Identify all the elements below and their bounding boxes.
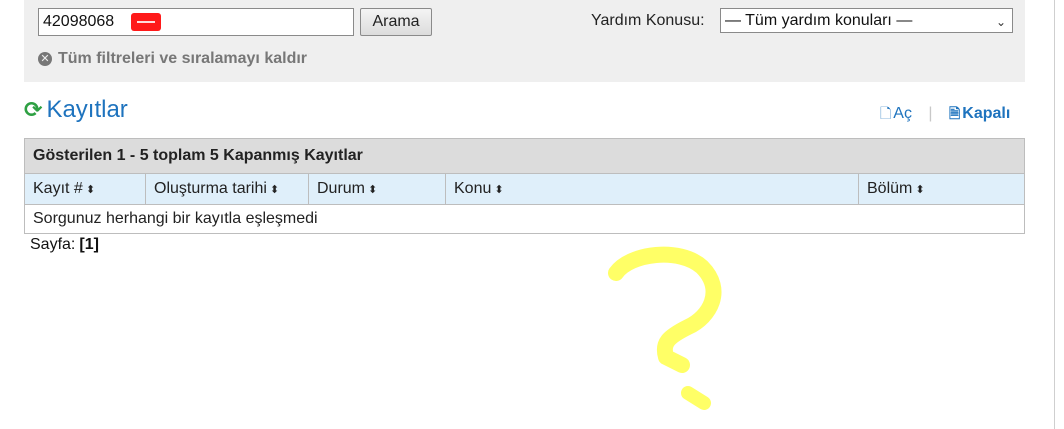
chevron-down-icon: ⌄ [995, 15, 1006, 29]
table-row: Sorgunuz herhangi bir kayıtla eşleşmedi [24, 204, 1025, 234]
search-panel: 42098068 Arama Yardım Konusu: — Tüm yard… [24, 0, 1025, 82]
topic-selected-value: — Tüm yardım konuları — [725, 12, 913, 29]
tickets-heading: ⟳ Kayıtlar [24, 96, 128, 124]
topic-select[interactable]: — Tüm yardım konuları — ⌄ [720, 8, 1013, 33]
search-input-value: 42098068 [43, 13, 115, 30]
document-icon: 🗋 [880, 105, 892, 121]
clear-filters-link[interactable]: ✕ Tüm filtreleri ve sıralamayı kaldır [38, 50, 307, 68]
empty-message: Sorgunuz herhangi bir kayıtla eşleşmedi [24, 204, 1025, 234]
column-ticket-number[interactable]: Kayıt # ⬍ [24, 173, 146, 205]
column-status[interactable]: Durum ⬍ [308, 173, 446, 205]
status-open-label: Aç [893, 105, 912, 122]
pagination-current-page[interactable]: [1] [79, 236, 99, 253]
redaction-mark [131, 13, 161, 31]
column-department[interactable]: Bölüm ⬍ [858, 173, 1025, 205]
tickets-table: Gösterilen 1 - 5 toplam 5 Kapanmış Kayıt… [24, 138, 1025, 234]
sort-icon: ⬍ [494, 184, 504, 196]
search-button[interactable]: Arama [360, 8, 432, 36]
sort-icon: ⬍ [85, 184, 96, 196]
refresh-icon[interactable]: ⟳ [24, 97, 42, 123]
pagination: Sayfa: [1] [30, 236, 99, 254]
status-separator: | [928, 105, 933, 122]
sort-icon: ⬍ [915, 184, 925, 196]
status-closed-link[interactable]: 🗎 Kapalı [949, 105, 1010, 122]
search-input[interactable]: 42098068 [38, 8, 354, 36]
status-closed-label: Kapalı [962, 105, 1011, 122]
column-subject[interactable]: Konu ⬍ [445, 173, 859, 205]
scrollbar-edge [1054, 0, 1055, 429]
question-mark-annotation [608, 246, 722, 410]
status-open-link[interactable]: 🗋 Aç [880, 105, 912, 122]
circle-x-icon: ✕ [38, 52, 52, 66]
sort-icon: ⬍ [368, 184, 378, 196]
pagination-label: Sayfa: [30, 236, 76, 253]
document-icon: 🗎 [949, 105, 961, 121]
table-caption: Gösterilen 1 - 5 toplam 5 Kapanmış Kayıt… [24, 138, 1025, 174]
status-filter: 🗋 Aç | 🗎 Kapalı [880, 103, 1010, 127]
column-created-date[interactable]: Oluşturma tarihi ⬍ [145, 173, 309, 205]
clear-filters-label: Tüm filtreleri ve sıralamayı kaldır [58, 50, 308, 67]
table-header-row: Kayıt # ⬍ Oluşturma tarihi ⬍ Durum ⬍ Konu ⬍ … [24, 173, 1025, 205]
topic-label: Yardım Konusu: [591, 12, 705, 29]
sort-icon: ⬍ [269, 184, 280, 196]
tickets-title: Kayıtlar [46, 96, 128, 123]
